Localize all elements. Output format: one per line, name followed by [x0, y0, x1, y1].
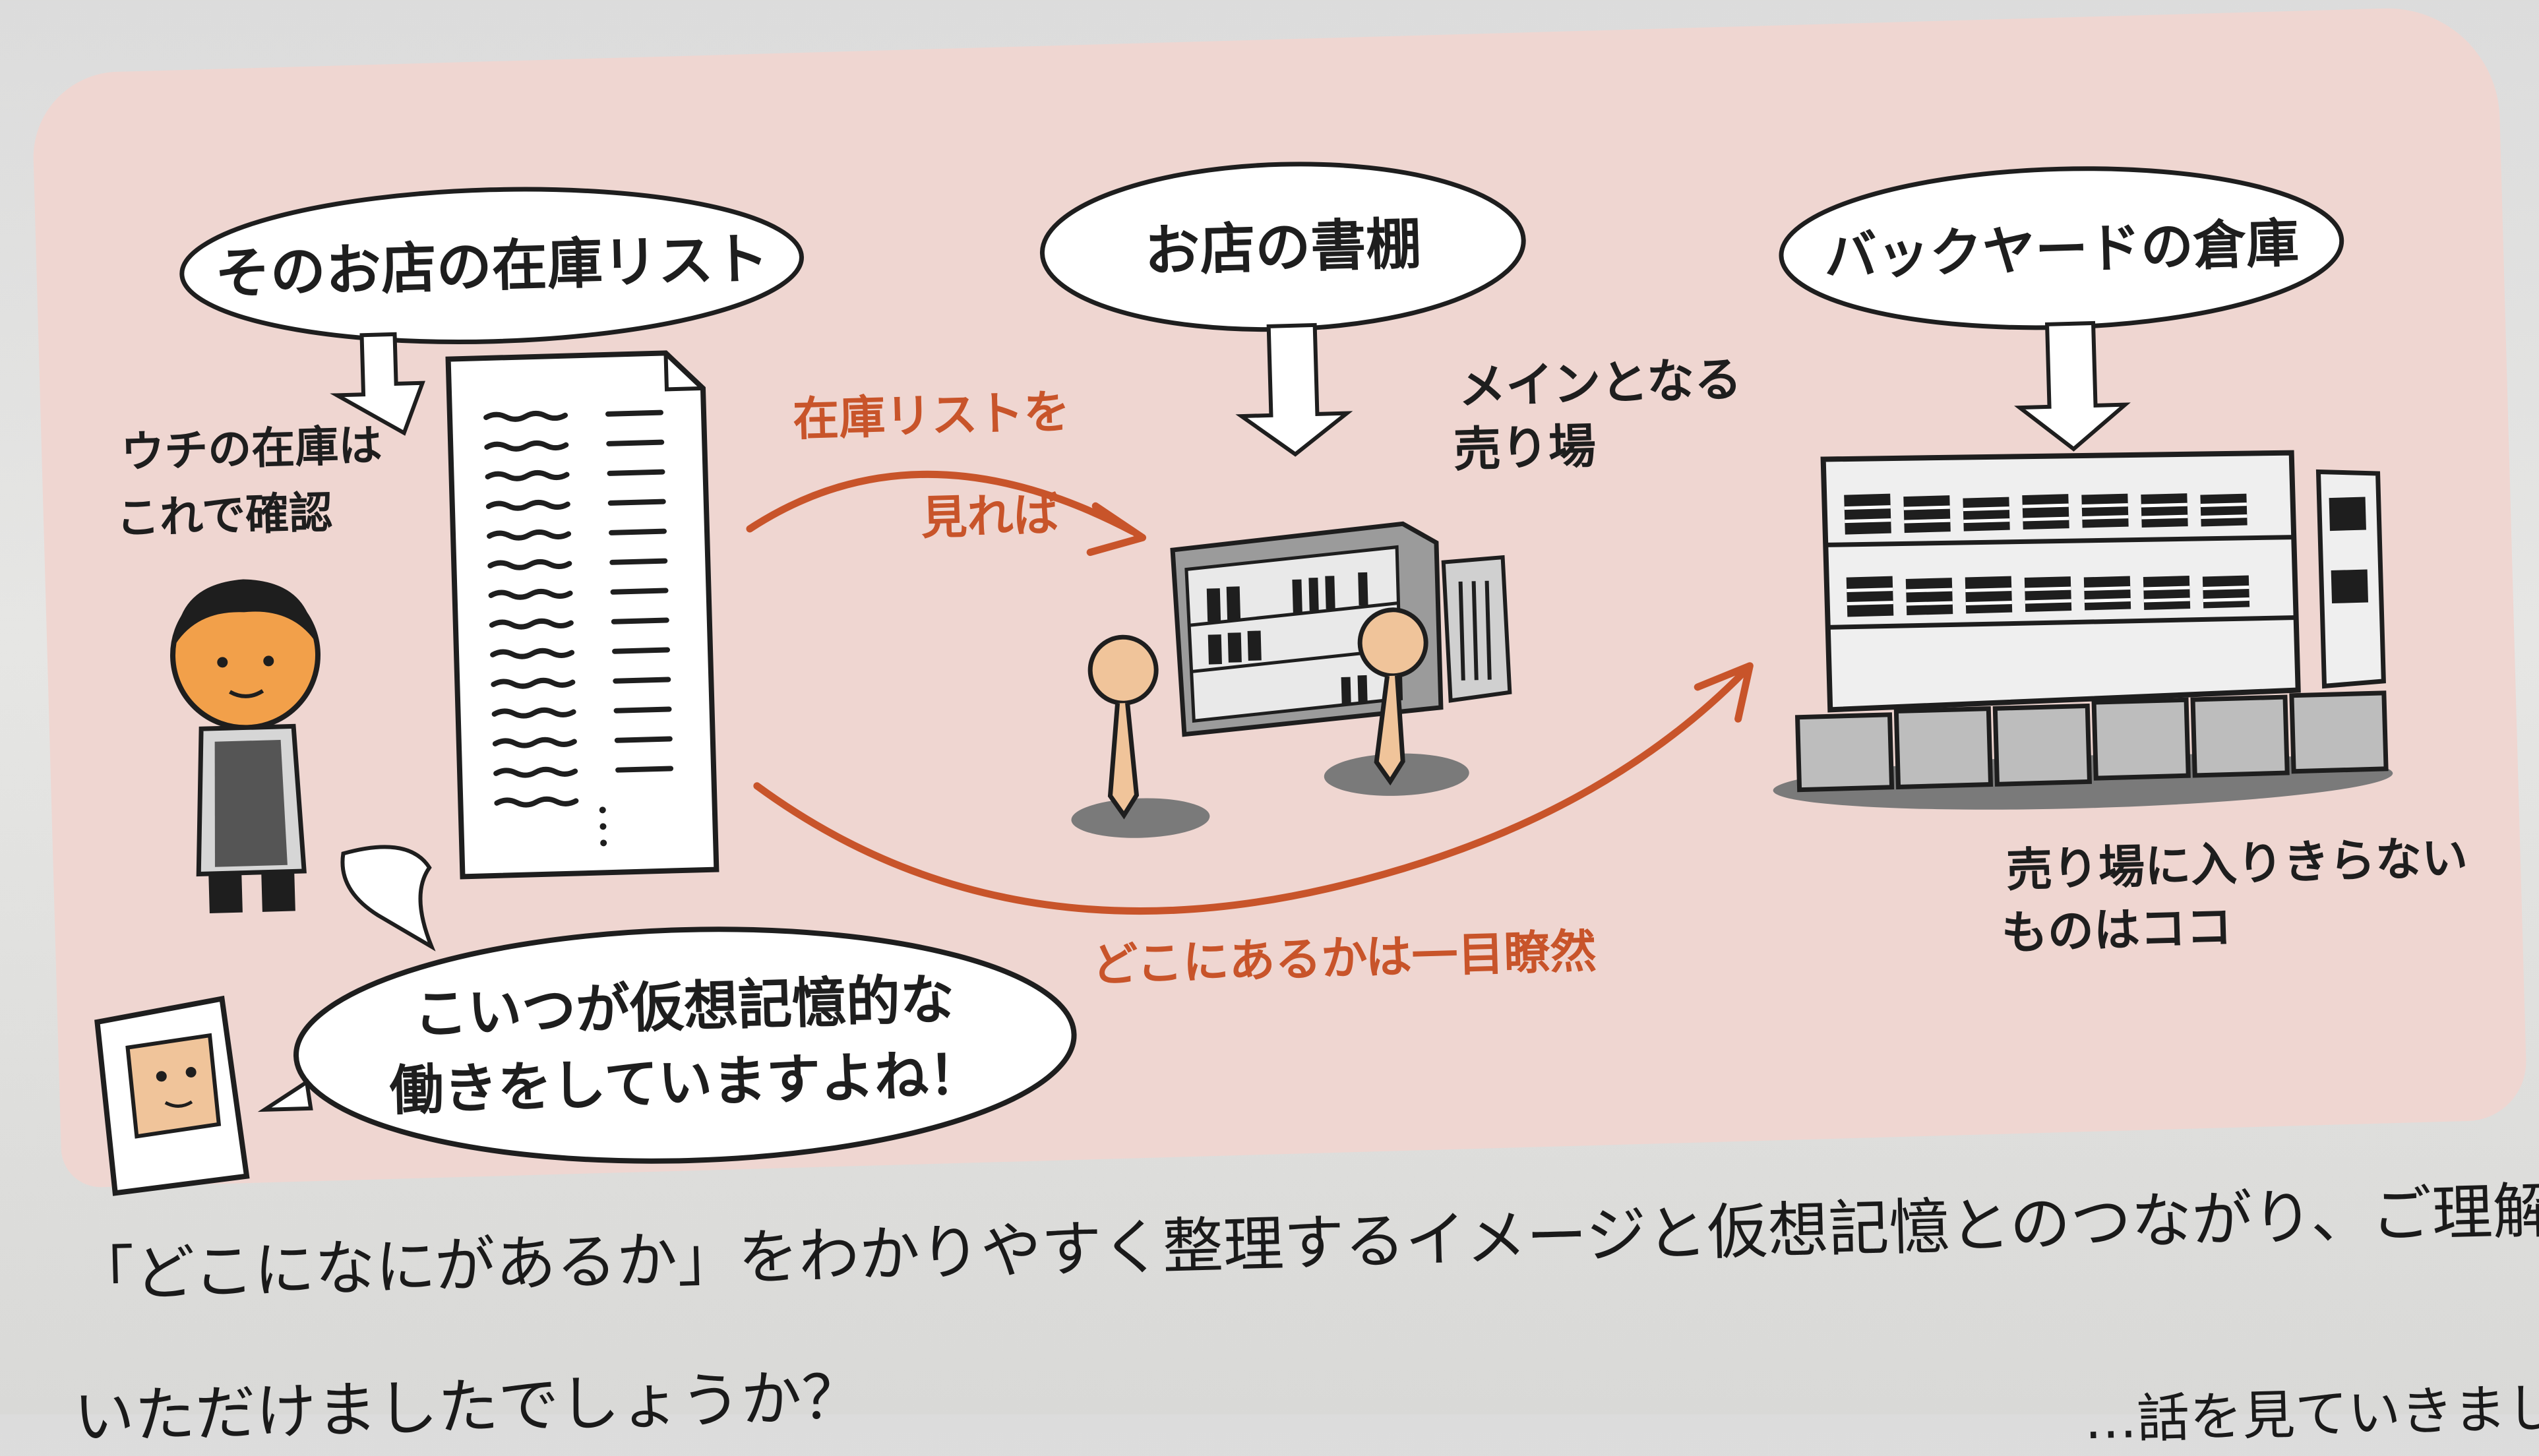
overflow-line1: 売り場に入りきらない — [2005, 830, 2468, 897]
main-floor-line2: 売り場 — [1453, 418, 1597, 477]
arrow-top-line1: 在庫リストを — [792, 384, 1070, 446]
shopkeeper-figure: ウチの在庫は これで確認 — [115, 420, 382, 914]
main-floor-line1: メインとなる — [1457, 351, 1742, 415]
overflow-line2: ものはココ — [2001, 899, 2233, 960]
shop-shelf-bubble: お店の書棚 — [1039, 162, 1526, 457]
computer-character — [94, 995, 250, 1196]
check-label-line1: ウチの在庫は — [120, 420, 382, 478]
check-label-line2: これで確認 — [115, 487, 333, 544]
warehouse-rack: 売り場に入りきらない ものはココ — [1773, 450, 2468, 960]
arrow-bottom-label: どこにあるかは一目瞭然 — [1091, 924, 1597, 992]
shop-shelf-label: お店の書棚 — [1144, 211, 1422, 284]
arrow-to-shelf: 在庫リストを 見れば — [746, 384, 1147, 557]
warehouse-bubble: バックヤードの倉庫 — [1779, 166, 2344, 452]
shop-shelf-drawing: メインとなる 売り場 — [1170, 351, 1742, 737]
stock-list-document — [445, 350, 719, 880]
speech-bubble: こいつが仮想記憶的な 働きをしていますよね！ — [257, 845, 1077, 1164]
arrow-top-line2: 見れば — [920, 487, 1060, 545]
body-text-line2-right: …話を見ていきまし — [2083, 1377, 2539, 1451]
